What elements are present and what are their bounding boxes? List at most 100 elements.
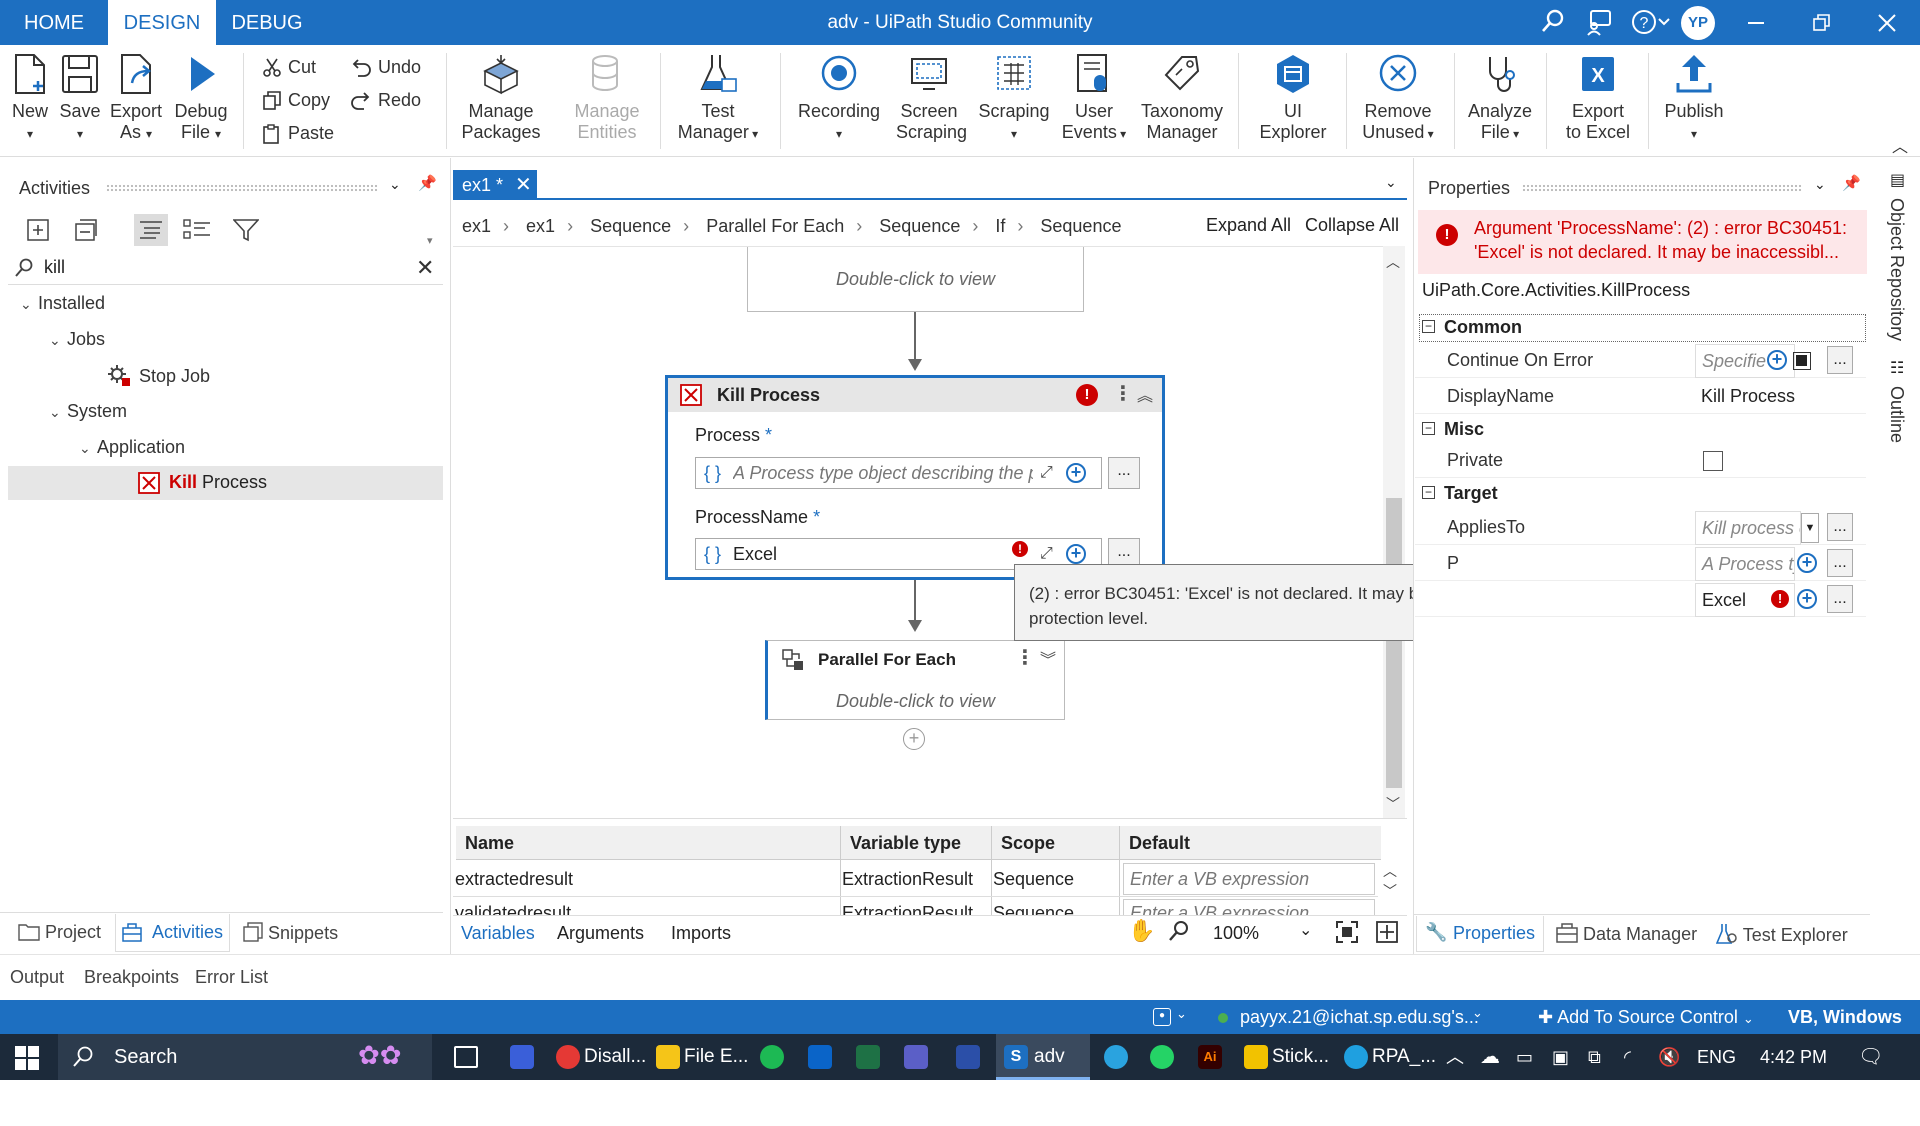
- breadcrumb-item[interactable]: If: [995, 216, 1005, 236]
- teams-icon[interactable]: [904, 1045, 928, 1069]
- dropdown-icon[interactable]: ▼: [1801, 513, 1819, 543]
- add-activity-icon[interactable]: +: [903, 728, 925, 750]
- tab-home[interactable]: HOME: [0, 0, 108, 45]
- whatsapp-icon[interactable]: [1150, 1045, 1174, 1069]
- ui-explorer-button[interactable]: UI Explorer: [1250, 53, 1336, 143]
- tab-data-manager[interactable]: Data Manager: [1556, 923, 1697, 945]
- app-icon[interactable]: [510, 1045, 534, 1069]
- zoom-level[interactable]: 100%: [1213, 923, 1259, 944]
- publish-button[interactable]: Publish ▾: [1656, 53, 1732, 145]
- tree-item-jobs[interactable]: ⌄ Jobs: [49, 327, 105, 352]
- sticky-notes-icon[interactable]: [1244, 1045, 1268, 1069]
- tab-breakpoints[interactable]: Breakpoints: [84, 967, 179, 988]
- tree-item-kill-process[interactable]: Kill Process: [8, 466, 443, 500]
- expand-editor-icon[interactable]: ⤢: [1040, 458, 1053, 488]
- minimize-icon[interactable]: [1741, 8, 1771, 38]
- overview-icon[interactable]: [1375, 920, 1399, 949]
- add-source-control-button[interactable]: ✚ Add To Source Control ⌄: [1538, 1007, 1754, 1028]
- fit-to-screen-icon[interactable]: [1335, 920, 1359, 949]
- orchestrator-icon[interactable]: ●: [1153, 1008, 1171, 1026]
- excel-icon[interactable]: [856, 1045, 880, 1069]
- sequence-activity[interactable]: Double-click to view: [747, 247, 1084, 312]
- ellipsis-button[interactable]: ...: [1827, 549, 1853, 577]
- onedrive-icon[interactable]: ☁: [1480, 1034, 1500, 1080]
- table-row[interactable]: extractedresult ExtractionResult Sequenc…: [453, 861, 1378, 897]
- private-checkbox[interactable]: [1703, 451, 1723, 471]
- edge-icon[interactable]: [1344, 1045, 1368, 1069]
- variable-scope[interactable]: Sequence: [993, 869, 1074, 890]
- visio-icon[interactable]: [956, 1045, 980, 1069]
- add-icon[interactable]: +: [1797, 589, 1817, 609]
- variable-default-input[interactable]: Enter a VB expression: [1123, 863, 1375, 895]
- tab-test-explorer[interactable]: Test Explorer: [1715, 923, 1848, 946]
- tab-snippets[interactable]: Snippets: [243, 922, 338, 944]
- ellipsis-button[interactable]: ...: [1827, 513, 1853, 541]
- column-header-default[interactable]: Default: [1129, 833, 1190, 854]
- panel-dropdown-icon[interactable]: ⌄: [1814, 176, 1826, 193]
- spotify-icon[interactable]: [760, 1045, 784, 1069]
- variable-name[interactable]: validatedresult: [455, 903, 571, 915]
- add-icon[interactable]: +: [1066, 544, 1086, 564]
- tab-debug[interactable]: DEBUG: [216, 0, 318, 45]
- ellipsis-button[interactable]: ...: [1827, 585, 1853, 613]
- zoom-icon[interactable]: [1168, 920, 1190, 947]
- avatar[interactable]: YP: [1681, 6, 1715, 40]
- variable-scope[interactable]: Sequence: [993, 903, 1074, 915]
- canvas-scrollbar[interactable]: ︿ ﹀: [1383, 246, 1405, 818]
- add-icon[interactable]: +: [1767, 350, 1787, 370]
- breadcrumb-item[interactable]: ex1: [526, 216, 555, 236]
- collapse-ribbon-icon[interactable]: ︿: [1892, 133, 1908, 157]
- collapse-category-icon[interactable]: −: [1422, 320, 1435, 333]
- volume-icon[interactable]: 🔇: [1658, 1034, 1680, 1080]
- debug-file-button[interactable]: Debug File ▾: [170, 53, 232, 145]
- search-icon[interactable]: [1538, 8, 1568, 38]
- save-button[interactable]: Save ▾: [58, 53, 102, 145]
- show-descriptions-icon[interactable]: [134, 214, 168, 246]
- tab-design[interactable]: DESIGN: [108, 0, 216, 45]
- telegram-icon[interactable]: [1104, 1045, 1128, 1069]
- ellipsis-button[interactable]: ...: [1827, 346, 1853, 374]
- more-options-icon[interactable]: ⋮: [1113, 381, 1133, 406]
- panel-dropdown-icon[interactable]: ⌄: [389, 176, 401, 193]
- tab-output[interactable]: Output: [10, 967, 64, 988]
- column-header-name[interactable]: Name: [465, 833, 514, 854]
- tab-ex1[interactable]: ex1 * ✕: [453, 170, 537, 200]
- taskbar-search-box[interactable]: Search ✿✿: [58, 1034, 432, 1080]
- redo-button[interactable]: Redo: [350, 88, 421, 112]
- outlook-icon[interactable]: [808, 1045, 832, 1069]
- process-property-input[interactable]: A Process ty: [1695, 547, 1795, 581]
- user-events-button[interactable]: User Events ▾: [1058, 53, 1130, 145]
- add-icon[interactable]: +: [1797, 553, 1817, 573]
- collapse-icon[interactable]: ︽: [1137, 382, 1153, 406]
- screen-scraping-button[interactable]: Screen Scraping: [896, 53, 967, 143]
- tab-activities[interactable]: Activities: [115, 914, 230, 952]
- close-icon[interactable]: [1872, 8, 1902, 38]
- battery-icon[interactable]: ▭: [1516, 1034, 1533, 1080]
- undo-button[interactable]: Undo: [350, 55, 421, 79]
- cut-button[interactable]: Cut: [262, 55, 316, 79]
- taxonomy-manager-button[interactable]: Taxonomy Manager: [1138, 53, 1226, 143]
- scraping-button[interactable]: Scraping ▾: [976, 53, 1052, 145]
- wifi-icon[interactable]: ◜: [1624, 1034, 1631, 1080]
- tree-item-system[interactable]: ⌄ System: [49, 399, 127, 424]
- clear-search-icon[interactable]: ✕: [416, 255, 434, 281]
- table-row[interactable]: validatedresult ExtractionResult Sequenc…: [453, 897, 1378, 915]
- variable-type[interactable]: ExtractionResult: [842, 869, 973, 890]
- tab-object-repository[interactable]: Object Repository: [1886, 198, 1907, 341]
- display-icon[interactable]: ⧉: [1588, 1034, 1601, 1080]
- tab-error-list[interactable]: Error List: [195, 967, 268, 988]
- tab-project[interactable]: Project: [18, 922, 101, 943]
- copy-button[interactable]: Copy: [262, 88, 330, 112]
- column-header-type[interactable]: Variable type: [850, 833, 961, 854]
- tab-imports[interactable]: Imports: [671, 923, 731, 944]
- taskbar-app-uipath-active[interactable]: S adv -...: [996, 1034, 1090, 1113]
- pin-icon[interactable]: 📌: [418, 174, 437, 192]
- illustrator-icon[interactable]: Ai: [1198, 1045, 1222, 1069]
- new-button[interactable]: New ▾: [8, 53, 52, 145]
- export-to-excel-button[interactable]: X Export to Excel: [1556, 53, 1640, 143]
- help-icon[interactable]: ?: [1630, 8, 1672, 38]
- account-label[interactable]: payyx.21@ichat.sp.edu.sg's...: [1240, 1007, 1479, 1028]
- manage-packages-button[interactable]: Manage Packages: [458, 53, 544, 143]
- variable-default-input[interactable]: Enter a VB expression: [1123, 899, 1375, 915]
- expand-all-button[interactable]: Expand All: [1206, 215, 1291, 236]
